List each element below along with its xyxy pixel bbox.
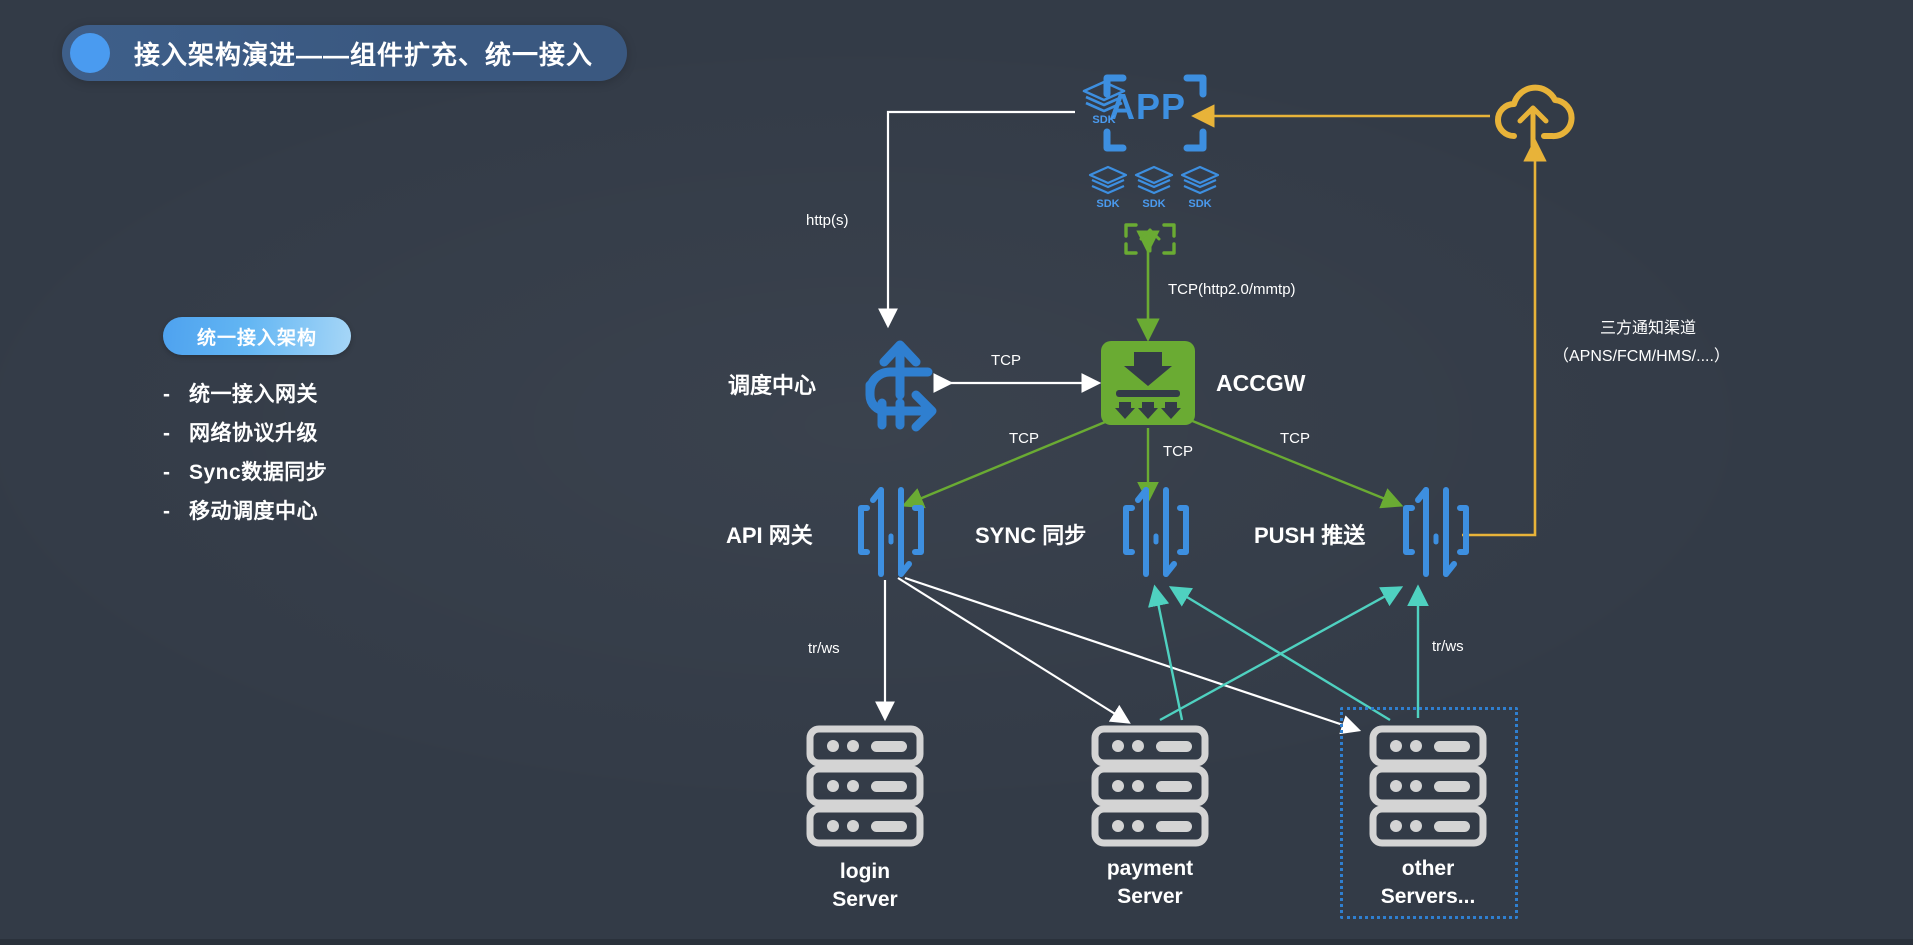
- node-other-servers[interactable]: [1368, 725, 1488, 847]
- legend-item-label: 网络协议升级: [189, 422, 318, 445]
- legend-list: - 统一接入网关 - 网络协议升级 - Sync数据同步 - 移动调度中心: [163, 378, 493, 534]
- legend-item-label: 移动调度中心: [189, 500, 318, 523]
- node-login-server[interactable]: [805, 725, 925, 847]
- page-title: 接入架构演进——组件扩充、统一接入: [134, 39, 594, 70]
- list-item: - 网络协议升级: [163, 417, 493, 447]
- gateway-fanout-icon: [1101, 341, 1195, 425]
- bullet-marker: -: [163, 422, 170, 445]
- edge-label-tcp-app-accgw: TCP(http2.0/mmtp): [1168, 281, 1296, 298]
- gateway-icon: [1123, 487, 1189, 577]
- node-label-sync: SYNC 同步: [975, 523, 1087, 548]
- legend-item-label: Sync数据同步: [189, 461, 328, 484]
- node-label-api-gateway: API 网关: [726, 523, 813, 548]
- cloud-caption-line1: 三方通知渠道: [1600, 320, 1697, 337]
- login-server-caption: login Server: [805, 858, 925, 915]
- diagram-canvas: 接入架构演进——组件扩充、统一接入 统一接入架构 - 统一接入网关 - 网络协议…: [0, 0, 1913, 945]
- edge-label-trws-right: tr/ws: [1432, 638, 1464, 655]
- svg-text:SDK: SDK: [1188, 198, 1211, 210]
- payment-server-line2: Server: [1117, 885, 1183, 909]
- list-item: - Sync数据同步: [163, 456, 493, 486]
- edge-label-http: http(s): [806, 212, 849, 229]
- node-label-accgw: ACCGW: [1216, 370, 1306, 396]
- traffic-routing-icon: [865, 340, 937, 432]
- gateway-icon: [858, 487, 924, 577]
- node-api-gateway[interactable]: [855, 486, 927, 578]
- node-accgw[interactable]: [1100, 340, 1196, 426]
- server-rack-icon: [1091, 725, 1209, 847]
- bullet-marker: -: [163, 500, 170, 523]
- legend-item-label: 统一接入网关: [189, 383, 318, 406]
- page-title-pill: 接入架构演进——组件扩充、统一接入: [62, 25, 628, 81]
- sdk-row: SDK SDK SDK: [1088, 165, 1220, 219]
- other-servers-line2: Servers...: [1380, 885, 1476, 909]
- list-item: - 统一接入网关: [163, 378, 493, 408]
- gateway-icon: [1403, 487, 1469, 577]
- node-label-dispatch-center: 调度中心: [728, 373, 817, 398]
- edge-label-tcp-dispatch: TCP: [991, 352, 1021, 369]
- legend-badge: 统一接入架构: [163, 317, 351, 355]
- bottom-accent-bar: [0, 939, 1913, 945]
- svg-text:SDK: SDK: [1096, 198, 1119, 210]
- server-rack-icon: [806, 725, 924, 847]
- payment-server-caption: payment Server: [1080, 855, 1220, 912]
- node-sync[interactable]: [1120, 486, 1192, 578]
- title-bullet-icon: [70, 33, 110, 73]
- bullet-marker: -: [163, 383, 170, 406]
- edge-label-trws-left: tr/ws: [808, 640, 840, 657]
- edge-label-tcp-sync: TCP: [1163, 443, 1193, 460]
- upload-arrow-box-icon: [1124, 223, 1176, 255]
- sdk-layers-icon: SDK SDK SDK: [1088, 165, 1220, 210]
- node-uplink-box: [1122, 222, 1178, 256]
- edge-label-tcp-api: TCP: [1009, 430, 1039, 447]
- sdk-badge-text: SDK: [1092, 114, 1115, 126]
- sdk-layers-icon: SDK: [1082, 80, 1126, 126]
- svg-text:SDK: SDK: [1142, 198, 1165, 210]
- node-cloud[interactable]: [1490, 78, 1576, 149]
- list-item: - 移动调度中心: [163, 495, 493, 525]
- node-push[interactable]: [1400, 486, 1472, 578]
- node-dispatch-center[interactable]: [862, 337, 938, 432]
- login-server-line2: Server: [832, 888, 898, 912]
- server-rack-icon: [1369, 725, 1487, 847]
- payment-server-line1: payment: [1106, 857, 1194, 880]
- edge-label-tcp-push: TCP: [1280, 430, 1310, 447]
- node-payment-server[interactable]: [1090, 725, 1210, 847]
- bullet-marker: -: [163, 461, 170, 484]
- legend-badge-label: 统一接入架构: [196, 327, 317, 349]
- login-server-line1: login: [839, 860, 891, 883]
- cloud-upload-icon: [1495, 84, 1575, 149]
- cloud-caption-line2: （APNS/FCM/HMS/....）: [1553, 348, 1730, 365]
- app-sdk-badge: SDK: [1080, 78, 1128, 126]
- other-servers-caption: other Servers...: [1358, 855, 1498, 912]
- other-servers-line1: other: [1401, 857, 1455, 880]
- node-label-push: PUSH 推送: [1254, 523, 1366, 548]
